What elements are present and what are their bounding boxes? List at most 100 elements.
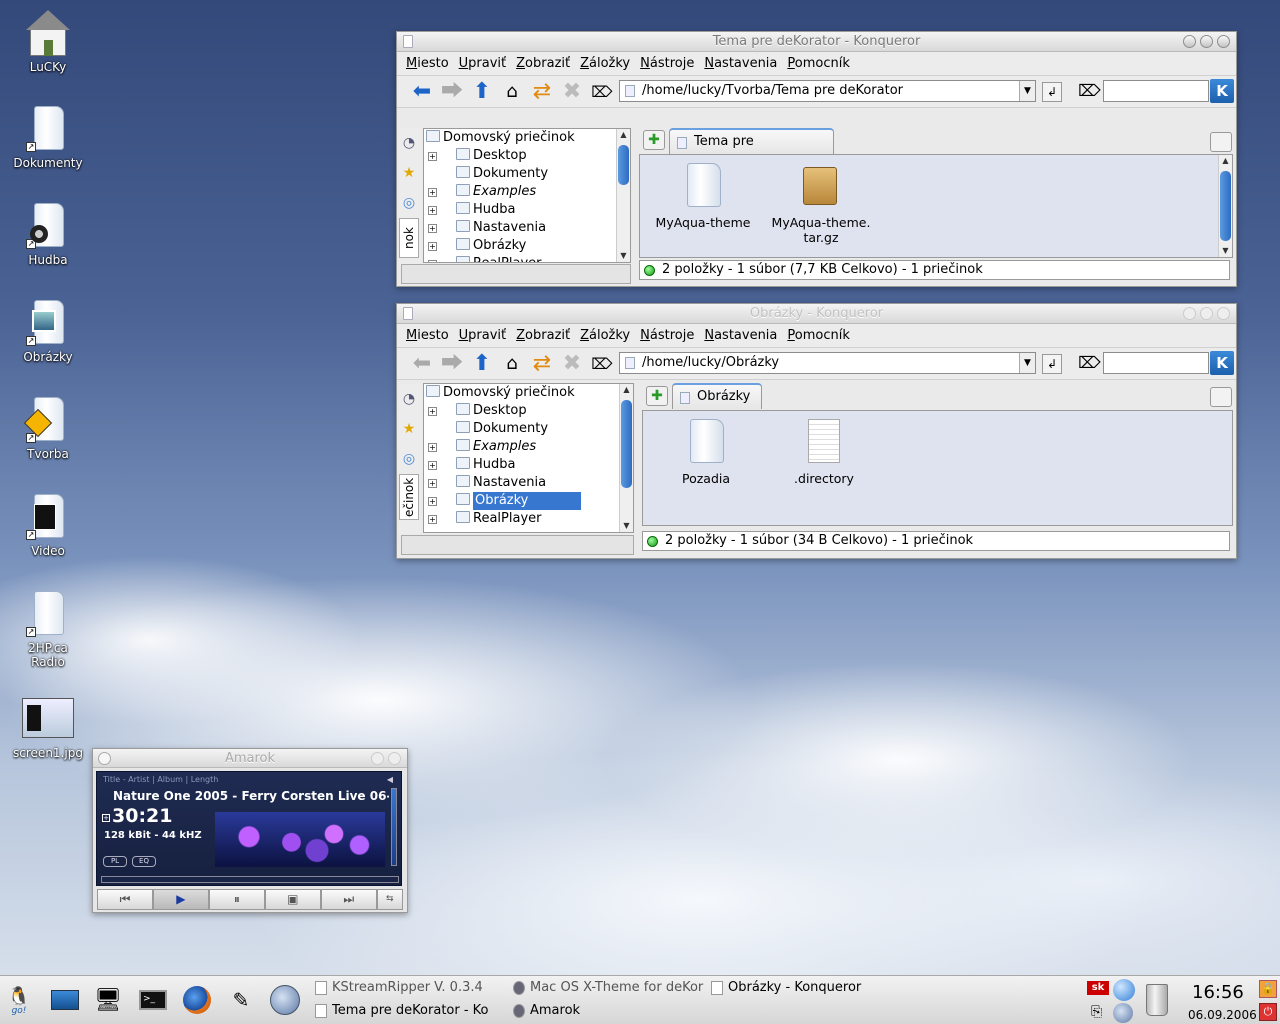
clock-time[interactable]: 16:56 (1192, 982, 1244, 1003)
menu-item-1[interactable]: Upraviť (459, 328, 506, 343)
file-item[interactable]: MyAqua-theme. tar.gz (766, 163, 876, 245)
scroll-down-icon[interactable]: ▼ (620, 520, 633, 532)
tree-item[interactable]: Domovský priečinok (424, 129, 630, 147)
expand-icon[interactable]: + (428, 407, 437, 416)
desktop-icon-6[interactable]: ↗ 2HP.ca Radio (6, 589, 90, 669)
tab-tema-pre-dekorator[interactable]: Tema pre deKorator (669, 128, 834, 173)
klipper-icon[interactable]: ⎘ (1091, 1004, 1102, 1020)
tree-item[interactable]: + Hudba (424, 201, 630, 219)
taskbar-task[interactable]: KStreamRipper V. 0.3.4 (312, 977, 502, 999)
tree-item[interactable]: Domovský priečinok (424, 384, 633, 402)
tree-item[interactable]: + Hudba (424, 456, 633, 474)
sidebar-tab-folder[interactable]: nok (399, 218, 419, 258)
file-icon-view[interactable]: Pozadia .directory (642, 410, 1233, 526)
maximize-button[interactable] (1200, 307, 1213, 320)
file-icon-view[interactable]: MyAqua-theme MyAqua-theme. tar.gz ▲ ▼ (639, 154, 1233, 258)
folder-tree[interactable]: Domovský priečinok + Desktop Dokumenty + Exam… (423, 383, 634, 533)
tree-scrollbar[interactable]: ▲ ▼ (616, 129, 630, 262)
window-titlebar[interactable]: Tema pre deKorator - Konqueror (397, 32, 1236, 52)
logout-icon[interactable]: ⏻ (1259, 1003, 1277, 1021)
reload-icon[interactable]: ⇄ (527, 79, 557, 105)
expand-icon[interactable]: + (428, 497, 437, 506)
expand-icon[interactable]: + (428, 515, 437, 524)
volume-slider[interactable] (391, 788, 397, 866)
stop-icon[interactable]: ▣ (264, 889, 321, 910)
next-track-icon[interactable]: ⏭ (320, 889, 377, 910)
search-input[interactable] (1103, 352, 1209, 374)
taskbar-task[interactable]: Tema pre deKorator - Ko (312, 1000, 508, 1022)
tab-obrazky[interactable]: Obrázky (672, 383, 762, 409)
desktop-icon-5[interactable]: ↗ Video (6, 492, 90, 558)
maximize-button[interactable] (1200, 35, 1213, 48)
konqueror-icon[interactable] (268, 984, 302, 1016)
expand-icon[interactable]: + (428, 461, 437, 470)
bookmarks-icon[interactable]: ★ (399, 414, 419, 444)
desktop-icon-7[interactable]: screen1.jpg (6, 694, 90, 760)
kmenu-tux-icon[interactable]: 🐧 go! (2, 984, 36, 1016)
history-icon[interactable]: ◔ (399, 128, 419, 158)
tree-item[interactable]: + Examples (424, 438, 633, 456)
window-titlebar[interactable]: Obrázky - Konqueror (397, 304, 1236, 324)
tree-item[interactable]: + Desktop (424, 402, 633, 420)
expand-icon[interactable]: + (428, 206, 437, 215)
menu-item-5[interactable]: Nastavenia (704, 328, 777, 343)
menu-item-3[interactable]: Záložky (580, 56, 630, 71)
new-tab-button[interactable]: ✚ (643, 130, 665, 150)
tree-item[interactable]: + Obrázky (424, 237, 630, 255)
back-icon[interactable]: ⬅ (407, 351, 437, 377)
amarok-player-window[interactable]: Amarok Title - Artist | Album | Length ◀… (92, 748, 408, 913)
menu-item-6[interactable]: Pomocník (787, 328, 850, 343)
konqueror-window-tema[interactable]: Tema pre deKorator - Konqueror Miesto Upr… (396, 31, 1237, 287)
home-icon[interactable]: ⌂ (497, 79, 527, 105)
location-dropdown-icon[interactable]: ▼ (1019, 81, 1035, 101)
expand-icon[interactable]: + (428, 260, 437, 262)
location-input[interactable]: /home/lucky/Tvorba/Tema pre deKorator ▼ (619, 80, 1036, 102)
services-icon[interactable]: ◎ (399, 444, 419, 474)
network-globe-icon[interactable] (1113, 979, 1135, 1001)
close-button[interactable] (388, 752, 401, 765)
close-tab-button[interactable] (1210, 132, 1232, 152)
minimize-button[interactable] (371, 752, 384, 765)
scroll-up-icon[interactable]: ▲ (1219, 155, 1232, 167)
close-tab-button[interactable] (1210, 387, 1232, 407)
text-editor-icon[interactable]: ✎ (224, 984, 258, 1016)
tree-item[interactable]: + RealPlayer (424, 510, 633, 528)
bookmarks-icon[interactable]: ★ (399, 158, 419, 188)
previous-track-icon[interactable]: ⏮ (97, 889, 153, 910)
menu-item-0[interactable]: Miesto (406, 56, 449, 71)
new-tab-button[interactable]: ✚ (646, 386, 668, 406)
expand-icon[interactable]: + (428, 443, 437, 452)
tree-horizontal-scrollbar[interactable] (401, 535, 634, 555)
tree-item[interactable]: + Obrázky (424, 492, 633, 510)
expand-icon[interactable]: + (428, 479, 437, 488)
time-display[interactable]: 30:21 (112, 805, 172, 827)
menu-item-4[interactable]: Nástroje (640, 56, 694, 71)
scroll-down-icon[interactable]: ▼ (617, 250, 630, 262)
vertical-scrollbar[interactable]: ▲ ▼ (1218, 155, 1232, 257)
firefox-icon[interactable] (180, 984, 214, 1016)
amarok-logo-icon[interactable] (98, 752, 111, 765)
tree-item[interactable]: Dokumenty (424, 165, 630, 183)
visualization-analyzer[interactable] (215, 812, 385, 867)
menu-item-1[interactable]: Upraviť (459, 56, 506, 71)
menu-item-2[interactable]: Zobraziť (516, 328, 570, 343)
location-input[interactable]: /home/lucky/Obrázky ▼ (619, 352, 1036, 374)
lock-screen-icon[interactable]: 🔒 (1259, 980, 1277, 998)
reload-icon[interactable]: ⇄ (527, 351, 557, 377)
show-desktop-icon[interactable] (48, 984, 82, 1016)
konqueror-window-obrazky[interactable]: Obrázky - Konqueror Miesto Upraviť Zobrazi… (396, 303, 1237, 559)
minimize-button[interactable] (1183, 35, 1196, 48)
scroll-thumb[interactable] (621, 400, 632, 488)
tree-item[interactable]: + Nastavenia (424, 474, 633, 492)
menu-item-2[interactable]: Zobraziť (516, 56, 570, 71)
services-icon[interactable]: ◎ (399, 188, 419, 218)
scroll-up-icon[interactable]: ▲ (617, 129, 630, 141)
clock-date[interactable]: 06.09.2006 (1188, 1008, 1257, 1022)
menu-item-6[interactable]: Pomocník (787, 56, 850, 71)
tree-horizontal-scrollbar[interactable] (401, 264, 631, 284)
scroll-thumb[interactable] (618, 145, 629, 185)
expand-icon[interactable]: + (428, 152, 437, 161)
trash-icon[interactable] (1146, 984, 1168, 1016)
up-icon[interactable]: ⬆ (467, 79, 497, 105)
play-icon[interactable]: ▶ (152, 889, 209, 910)
